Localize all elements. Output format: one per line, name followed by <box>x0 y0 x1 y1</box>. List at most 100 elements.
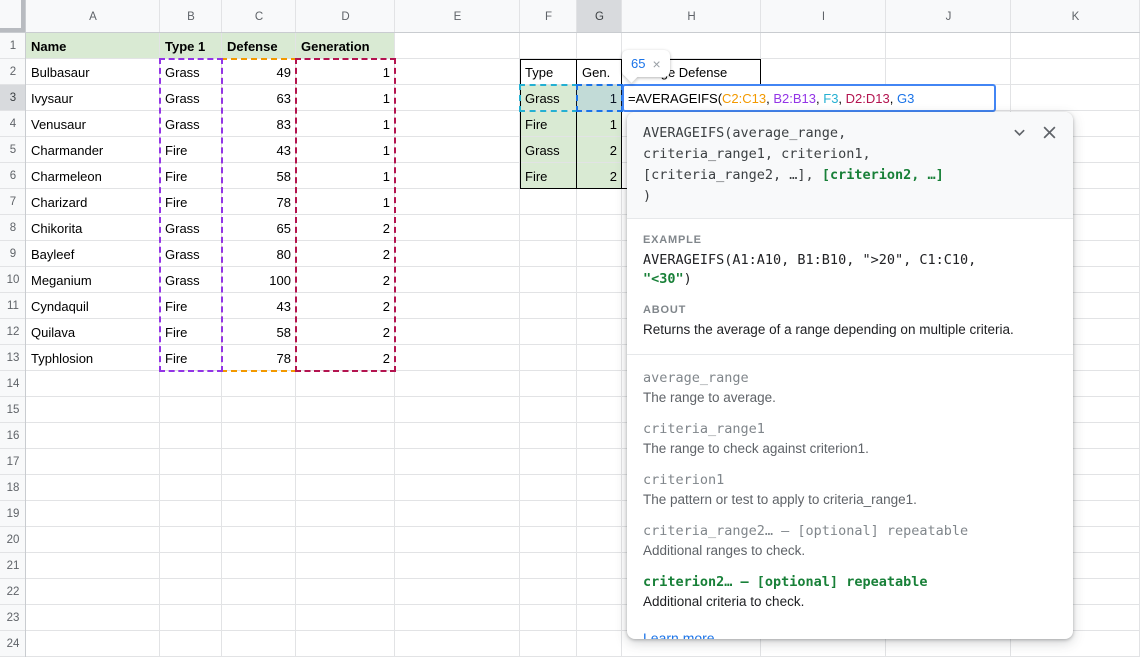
cell-A4[interactable]: Venusaur <box>26 111 160 137</box>
column-header-H[interactable]: H <box>622 0 761 33</box>
column-header-A[interactable]: A <box>26 0 160 33</box>
cell-C10[interactable]: 100 <box>222 267 296 293</box>
cell-D2[interactable]: 1 <box>296 59 395 85</box>
row-header-14[interactable]: 14 <box>0 371 26 397</box>
cell-A7[interactable]: Charizard <box>26 189 160 215</box>
cell-G5[interactable]: 2 <box>577 137 622 163</box>
cell-A9[interactable]: Bayleef <box>26 241 160 267</box>
column-header-E[interactable]: E <box>395 0 520 33</box>
cell-A10[interactable]: Meganium <box>26 267 160 293</box>
cell-A12[interactable]: Quilava <box>26 319 160 345</box>
row-header-3[interactable]: 3 <box>0 85 26 111</box>
row-header-1[interactable]: 1 <box>0 33 26 59</box>
column-header-I[interactable]: I <box>761 0 886 33</box>
cell-G3[interactable]: 1 <box>577 85 622 111</box>
row-header-20[interactable]: 20 <box>0 527 26 553</box>
cell-C11[interactable]: 43 <box>222 293 296 319</box>
cell-B6[interactable]: Fire <box>160 163 222 189</box>
column-header-C[interactable]: C <box>222 0 296 33</box>
cell-A11[interactable]: Cyndaquil <box>26 293 160 319</box>
cell-D12[interactable]: 2 <box>296 319 395 345</box>
cell-D6[interactable]: 1 <box>296 163 395 189</box>
row-header-12[interactable]: 12 <box>0 319 26 345</box>
cell-B11[interactable]: Fire <box>160 293 222 319</box>
cell-B7[interactable]: Fire <box>160 189 222 215</box>
close-icon[interactable]: × <box>652 57 660 71</box>
cell-G2[interactable]: Gen. <box>577 59 622 85</box>
cell-A3[interactable]: Ivysaur <box>26 85 160 111</box>
learn-more-link[interactable]: Learn more <box>643 630 715 639</box>
row-header-11[interactable]: 11 <box>0 293 26 319</box>
cell-G6[interactable]: 2 <box>577 163 622 189</box>
cell-B2[interactable]: Grass <box>160 59 222 85</box>
row-header-4[interactable]: 4 <box>0 111 26 137</box>
cell-B8[interactable]: Grass <box>160 215 222 241</box>
cell-B4[interactable]: Grass <box>160 111 222 137</box>
column-header-G[interactable]: G <box>577 0 622 33</box>
row-header-23[interactable]: 23 <box>0 605 26 631</box>
cell-C5[interactable]: 43 <box>222 137 296 163</box>
row-header-24[interactable]: 24 <box>0 631 26 657</box>
cell-B12[interactable]: Fire <box>160 319 222 345</box>
cell-A13[interactable]: Typhlosion <box>26 345 160 371</box>
cell-C12[interactable]: 58 <box>222 319 296 345</box>
cell-C1[interactable]: Defense <box>222 33 296 59</box>
formula-editor[interactable]: =AVERAGEIFS(C2:C13, B2:B13, F3, D2:D13, … <box>622 84 996 112</box>
cell-C6[interactable]: 58 <box>222 163 296 189</box>
column-header-K[interactable]: K <box>1011 0 1140 33</box>
cell-D3[interactable]: 1 <box>296 85 395 111</box>
cell-A5[interactable]: Charmander <box>26 137 160 163</box>
cell-B13[interactable]: Fire <box>160 345 222 371</box>
row-header-22[interactable]: 22 <box>0 579 26 605</box>
cell-B3[interactable]: Grass <box>160 85 222 111</box>
cell-B10[interactable]: Grass <box>160 267 222 293</box>
column-header-J[interactable]: J <box>886 0 1011 33</box>
cell-A1[interactable]: Name <box>26 33 160 59</box>
column-header-B[interactable]: B <box>160 0 222 33</box>
cell-C4[interactable]: 83 <box>222 111 296 137</box>
cell-B1[interactable]: Type 1 <box>160 33 222 59</box>
cell-D9[interactable]: 2 <box>296 241 395 267</box>
column-header-F[interactable]: F <box>520 0 577 33</box>
cell-C2[interactable]: 49 <box>222 59 296 85</box>
row-header-2[interactable]: 2 <box>0 59 26 85</box>
cell-C7[interactable]: 78 <box>222 189 296 215</box>
cell-D1[interactable]: Generation <box>296 33 395 59</box>
row-header-15[interactable]: 15 <box>0 397 26 423</box>
row-header-19[interactable]: 19 <box>0 501 26 527</box>
cell-D5[interactable]: 1 <box>296 137 395 163</box>
column-header-D[interactable]: D <box>296 0 395 33</box>
cell-B5[interactable]: Fire <box>160 137 222 163</box>
chevron-down-icon[interactable] <box>1013 126 1026 139</box>
row-header-7[interactable]: 7 <box>0 189 26 215</box>
row-header-5[interactable]: 5 <box>0 137 26 163</box>
cell-F6[interactable]: Fire <box>520 163 577 189</box>
cell-C3[interactable]: 63 <box>222 85 296 111</box>
row-header-21[interactable]: 21 <box>0 553 26 579</box>
cell-A8[interactable]: Chikorita <box>26 215 160 241</box>
cell-D13[interactable]: 2 <box>296 345 395 371</box>
cell-B9[interactable]: Grass <box>160 241 222 267</box>
cell-F3[interactable]: Grass <box>520 85 577 111</box>
cell-D7[interactable]: 1 <box>296 189 395 215</box>
row-header-18[interactable]: 18 <box>0 475 26 501</box>
select-all-corner[interactable] <box>0 0 26 33</box>
cell-A2[interactable]: Bulbasaur <box>26 59 160 85</box>
cell-F4[interactable]: Fire <box>520 111 577 137</box>
cell-C8[interactable]: 65 <box>222 215 296 241</box>
cell-C13[interactable]: 78 <box>222 345 296 371</box>
row-header-17[interactable]: 17 <box>0 449 26 475</box>
cell-F5[interactable]: Grass <box>520 137 577 163</box>
cell-D4[interactable]: 1 <box>296 111 395 137</box>
cell-D8[interactable]: 2 <box>296 215 395 241</box>
row-header-16[interactable]: 16 <box>0 423 26 449</box>
row-header-13[interactable]: 13 <box>0 345 26 371</box>
cell-C9[interactable]: 80 <box>222 241 296 267</box>
cell-A6[interactable]: Charmeleon <box>26 163 160 189</box>
close-icon[interactable] <box>1042 125 1057 140</box>
cell-G4[interactable]: 1 <box>577 111 622 137</box>
cell-D11[interactable]: 2 <box>296 293 395 319</box>
row-header-6[interactable]: 6 <box>0 163 26 189</box>
row-header-10[interactable]: 10 <box>0 267 26 293</box>
cell-D10[interactable]: 2 <box>296 267 395 293</box>
